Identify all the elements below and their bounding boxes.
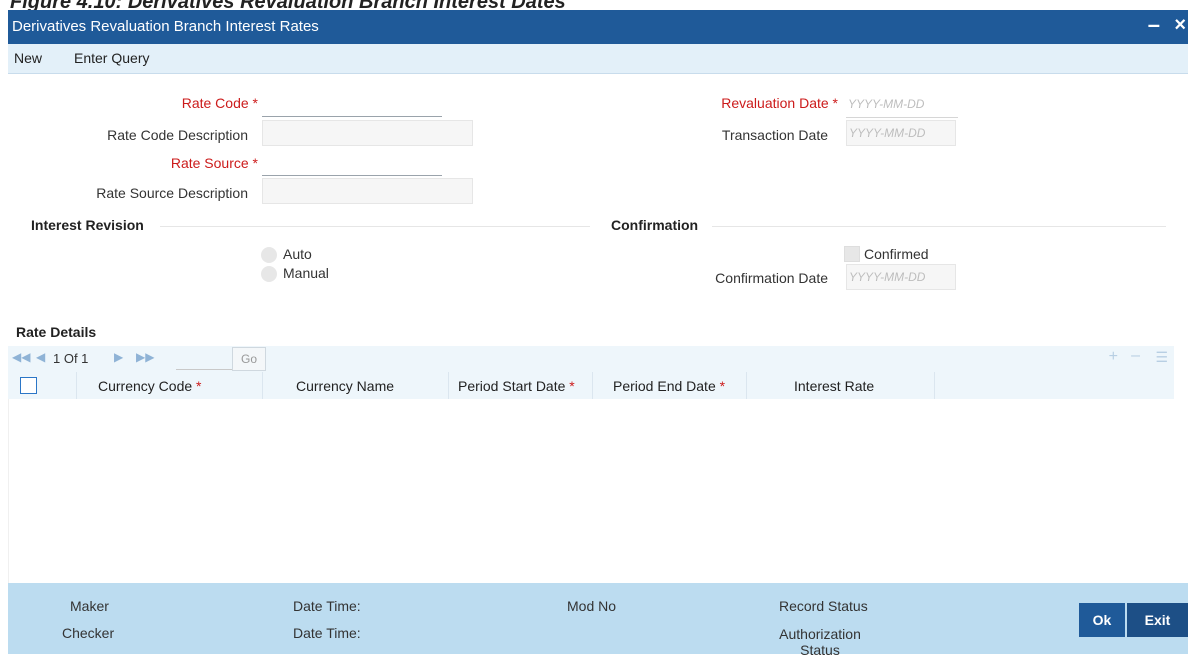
maker-date-time-label: Date Time: — [293, 598, 361, 614]
section-divider — [160, 226, 590, 227]
checker-date-time-label: Date Time: — [293, 625, 361, 641]
ok-button[interactable]: Ok — [1079, 603, 1125, 637]
page-number-input[interactable] — [176, 349, 234, 370]
menu-bar: New Enter Query — [8, 44, 1188, 74]
revaluation-date-input[interactable] — [846, 91, 958, 118]
exit-button[interactable]: Exit — [1127, 603, 1188, 637]
rate-code-input[interactable] — [262, 92, 442, 117]
authorization-status-label: Authorization Status — [779, 626, 861, 658]
rate-details-title: Rate Details — [16, 324, 97, 340]
manual-label: Manual — [283, 265, 329, 281]
maker-label: Maker — [70, 598, 109, 614]
minimize-icon[interactable]: – — [1148, 12, 1160, 38]
interest-revision-title: Interest Revision — [31, 217, 144, 233]
transaction-date-label: Transaction Date — [721, 127, 828, 143]
record-status-label: Record Status — [779, 598, 868, 614]
revaluation-date-label: Revaluation Date * — [721, 95, 838, 111]
mod-no-label: Mod No — [567, 598, 617, 614]
confirmation-title: Confirmation — [611, 217, 699, 233]
rate-source-input[interactable] — [262, 151, 442, 176]
window-title: Derivatives Revaluation Branch Interest … — [12, 18, 319, 35]
rate-code-description-field[interactable] — [262, 120, 473, 146]
confirmation-date-label: Confirmation Date — [715, 270, 828, 286]
checker-label: Checker — [62, 625, 115, 641]
enter-query-menu-item[interactable]: Enter Query — [74, 50, 149, 66]
rate-source-label: Rate Source * — [170, 155, 258, 171]
first-page-icon[interactable]: ◀◀ — [12, 350, 30, 364]
column-separator — [934, 372, 935, 399]
last-page-icon[interactable]: ▶▶ — [136, 350, 154, 364]
grid-toolbar: ◀◀ ◀ 1 Of 1 ▶ ▶▶ Go + – ☰ — [8, 346, 1174, 372]
new-menu-item[interactable]: New — [14, 50, 42, 66]
column-separator — [448, 372, 449, 399]
col-interest-rate[interactable]: Interest Rate — [794, 378, 874, 394]
delete-row-icon[interactable]: – — [1131, 347, 1140, 365]
grid-header: Currency Code * Currency Name Period Sta… — [8, 372, 1174, 400]
rate-code-label: Rate Code * — [181, 95, 258, 111]
add-row-icon[interactable]: + — [1109, 348, 1118, 366]
col-period-start-date[interactable]: Period Start Date * — [458, 378, 575, 394]
rate-code-description-label: Rate Code Description — [107, 127, 248, 143]
audit-footer: Maker Checker Date Time: Date Time: Mod … — [8, 583, 1188, 658]
rate-source-description-field[interactable] — [262, 178, 473, 204]
column-separator — [262, 372, 263, 399]
manual-radio[interactable] — [261, 266, 277, 282]
rate-source-description-label: Rate Source Description — [96, 185, 248, 201]
column-separator — [592, 372, 593, 399]
transaction-date-field — [846, 120, 956, 146]
grid-body — [8, 399, 1175, 583]
window-title-bar: Derivatives Revaluation Branch Interest … — [8, 10, 1188, 44]
confirmed-label: Confirmed — [864, 246, 929, 262]
col-period-end-date[interactable]: Period End Date * — [613, 378, 725, 394]
auto-label: Auto — [283, 246, 312, 262]
next-page-icon[interactable]: ▶ — [114, 350, 123, 364]
prev-page-icon[interactable]: ◀ — [36, 350, 45, 364]
auto-radio[interactable] — [261, 247, 277, 263]
single-view-icon[interactable]: ☰ — [1155, 349, 1168, 366]
column-separator — [76, 372, 77, 399]
col-currency-code[interactable]: Currency Code * — [98, 378, 202, 394]
close-icon[interactable]: × — [1174, 14, 1186, 37]
select-all-checkbox[interactable] — [20, 377, 37, 394]
section-divider — [712, 226, 1166, 227]
pagination-label: 1 Of 1 — [53, 351, 89, 366]
confirmation-date-field — [846, 264, 956, 290]
confirmed-checkbox[interactable] — [844, 246, 860, 262]
go-button[interactable]: Go — [232, 347, 266, 371]
column-separator — [746, 372, 747, 399]
col-currency-name[interactable]: Currency Name — [296, 378, 394, 394]
